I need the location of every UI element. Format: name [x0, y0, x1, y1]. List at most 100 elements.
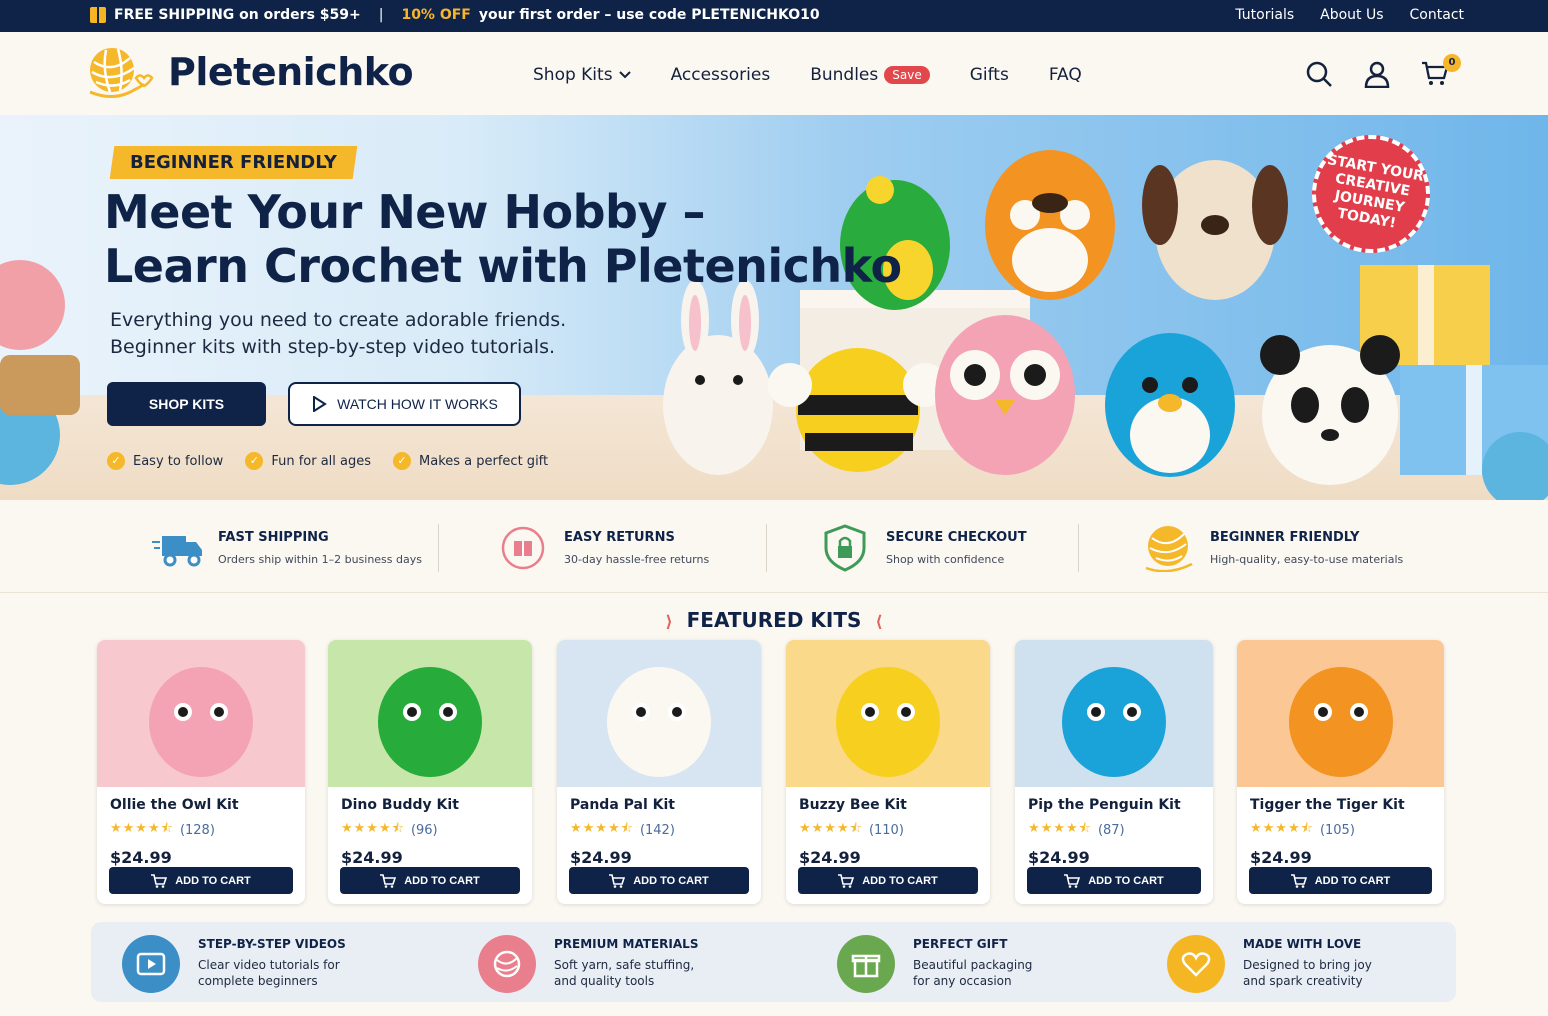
review-count: (110): [868, 822, 904, 838]
button-label: ADD TO CART: [862, 874, 938, 887]
perk-subtitle: Designed to bring joy and spark creativit…: [1243, 957, 1403, 989]
add-to-cart-button[interactable]: ADD TO CART: [109, 867, 293, 894]
cart-icon: [1064, 873, 1081, 888]
store-features: FAST SHIPPING Orders ship within 1–2 busi…: [0, 500, 1548, 593]
sparkle-icon: ⟩: [665, 612, 673, 631]
add-to-cart-button[interactable]: ADD TO CART: [798, 867, 978, 894]
product-rating: ★★★★⯪ (105): [1250, 819, 1431, 841]
product-card[interactable]: Pip the Penguin Kit ★★★★⯪ (87) $24.99 AD…: [1015, 640, 1213, 904]
product-image[interactable]: [97, 640, 305, 787]
play-icon: [313, 396, 327, 412]
plush-illustration: [836, 666, 940, 777]
shop-kits-button[interactable]: SHOP KITS: [107, 382, 266, 426]
product-image[interactable]: [557, 640, 761, 787]
perk-title: PERFECT GIFT: [913, 937, 1008, 951]
perk-line: Soft yarn, safe stuffing,: [554, 958, 695, 972]
benefit-label: Fun for all ages: [271, 453, 372, 469]
product-card[interactable]: Dino Buddy Kit ★★★★⯪ (96) $24.99 ADD TO …: [328, 640, 532, 904]
product-name[interactable]: Buzzy Bee Kit: [799, 797, 977, 813]
button-label: WATCH HOW IT WORKS: [337, 396, 498, 412]
cart-button[interactable]: 0: [1421, 54, 1461, 92]
add-to-cart-button[interactable]: ADD TO CART: [569, 867, 749, 894]
benefit-item: ✓ Fun for all ages: [245, 452, 371, 470]
add-to-cart-button[interactable]: ADD TO CART: [1249, 867, 1432, 894]
perk-title: STEP-BY-STEP VIDEOS: [198, 937, 346, 951]
review-count: (105): [1319, 822, 1355, 838]
product-image[interactable]: [1015, 640, 1213, 787]
nav-gifts[interactable]: Gifts: [970, 65, 1009, 85]
tutorials-link[interactable]: Tutorials: [1235, 7, 1294, 23]
perk-line: and quality tools: [554, 974, 655, 988]
button-label: ADD TO CART: [1314, 874, 1391, 887]
product-price: $24.99: [570, 848, 632, 867]
perks-strip: STEP-BY-STEP VIDEOS Clear video tutorials…: [91, 922, 1456, 1002]
nav-label: Accessories: [670, 65, 771, 85]
truck-icon: [152, 536, 202, 567]
product-rating: ★★★★⯪ (128): [110, 819, 292, 841]
product-name[interactable]: Panda Pal Kit: [570, 797, 748, 813]
yarn-ball-icon: [478, 935, 536, 993]
discount-highlight: 10% OFF: [401, 7, 471, 23]
perk-materials: PREMIUM MATERIALS Soft yarn, safe stuffin…: [478, 935, 714, 993]
star-rating-icon: ★★★★⯪: [799, 821, 863, 836]
product-image[interactable]: [328, 640, 532, 787]
user-icon[interactable]: [1363, 60, 1391, 88]
feature-subtitle: Orders ship within 1–2 business days: [218, 553, 422, 566]
star-rating-icon: ★★★★⯪: [341, 821, 405, 836]
yarn-ball-heart-icon: [89, 48, 154, 98]
feature-fast-shipping: FAST SHIPPING Orders ship within 1–2 busi…: [150, 524, 422, 572]
product-image[interactable]: [786, 640, 990, 787]
hero-banner: BEGINNER FRIENDLY Meet Your New Hobby – …: [0, 115, 1548, 500]
watch-how-it-works-button[interactable]: WATCH HOW IT WORKS: [288, 382, 521, 426]
button-label: ADD TO CART: [175, 874, 251, 887]
perk-line: for any occasion: [913, 974, 1012, 988]
nav-bundles[interactable]: Bundles Save: [810, 65, 930, 85]
logo[interactable]: Pletenichko: [84, 44, 414, 100]
product-card[interactable]: Buzzy Bee Kit ★★★★⯪ (110) $24.99 ADD TO …: [786, 640, 990, 904]
divider: [766, 524, 767, 572]
checkmark-icon: ✓: [393, 452, 412, 470]
product-card[interactable]: Panda Pal Kit ★★★★⯪ (142) $24.99 ADD TO …: [557, 640, 761, 904]
hero-subtitle-line1: Everything you need to create adorable f…: [110, 309, 567, 331]
about-us-link[interactable]: About Us: [1320, 7, 1383, 23]
beginner-friendly-ribbon: BEGINNER FRIENDLY: [109, 146, 358, 179]
featured-kits-heading: ⟩ FEATURED KITS ⟨: [0, 608, 1548, 632]
site-header: Pletenichko Shop Kits Accessories Bundle…: [0, 32, 1548, 115]
product-image[interactable]: [1237, 640, 1444, 787]
product-card[interactable]: Tigger the Tiger Kit ★★★★⯪ (105) $24.99 …: [1237, 640, 1444, 904]
cart-icon: [609, 873, 626, 888]
button-label: ADD TO CART: [1088, 874, 1164, 887]
product-price: $24.99: [110, 848, 172, 867]
product-name[interactable]: Pip the Penguin Kit: [1028, 797, 1200, 813]
nav-shop-kits[interactable]: Shop Kits: [533, 65, 631, 85]
benefit-item: ✓ Makes a perfect gift: [393, 452, 548, 470]
search-icon[interactable]: [1305, 60, 1333, 88]
add-to-cart-button[interactable]: ADD TO CART: [1027, 867, 1201, 894]
announcement-bar: FREE SHIPPING on orders $59+ | 10% OFF y…: [0, 0, 1548, 32]
discount-text: your first order – use code PLETENICHKO1…: [478, 7, 820, 23]
review-count: (87): [1097, 822, 1125, 838]
product-card[interactable]: Ollie the Owl Kit ★★★★⯪ (128) $24.99 ADD…: [97, 640, 305, 904]
perk-love: MADE WITH LOVE Designed to bring joy and s…: [1167, 935, 1403, 993]
cart-icon: [838, 873, 855, 888]
cart-icon: [151, 873, 168, 888]
save-badge: Save: [884, 66, 930, 84]
star-rating-icon: ★★★★⯪: [1028, 821, 1092, 836]
contact-link[interactable]: Contact: [1410, 7, 1464, 23]
perk-line: Clear video tutorials for: [198, 958, 340, 972]
star-rating-icon: ★★★★⯪: [570, 821, 634, 836]
yarn-basket-illustration: [0, 260, 80, 485]
promo-text: FREE SHIPPING on orders $59+ | 10% OFF y…: [90, 7, 820, 23]
product-rating: ★★★★⯪ (110): [799, 819, 977, 841]
nav-accessories[interactable]: Accessories: [671, 65, 771, 85]
add-to-cart-button[interactable]: ADD TO CART: [340, 867, 520, 894]
product-name[interactable]: Tigger the Tiger Kit: [1250, 797, 1431, 813]
product-name[interactable]: Dino Buddy Kit: [341, 797, 519, 813]
nav-faq[interactable]: FAQ: [1049, 65, 1082, 85]
free-shipping-text: FREE SHIPPING on orders $59+: [114, 7, 361, 23]
perk-title: MADE WITH LOVE: [1243, 937, 1362, 951]
product-name[interactable]: Ollie the Owl Kit: [110, 797, 292, 813]
feature-subtitle: 30-day hassle-free returns: [564, 553, 710, 566]
feature-beginner-friendly: BEGINNER FRIENDLY High-quality, easy-to-u…: [1142, 524, 1403, 572]
video-play-icon: [122, 935, 180, 993]
